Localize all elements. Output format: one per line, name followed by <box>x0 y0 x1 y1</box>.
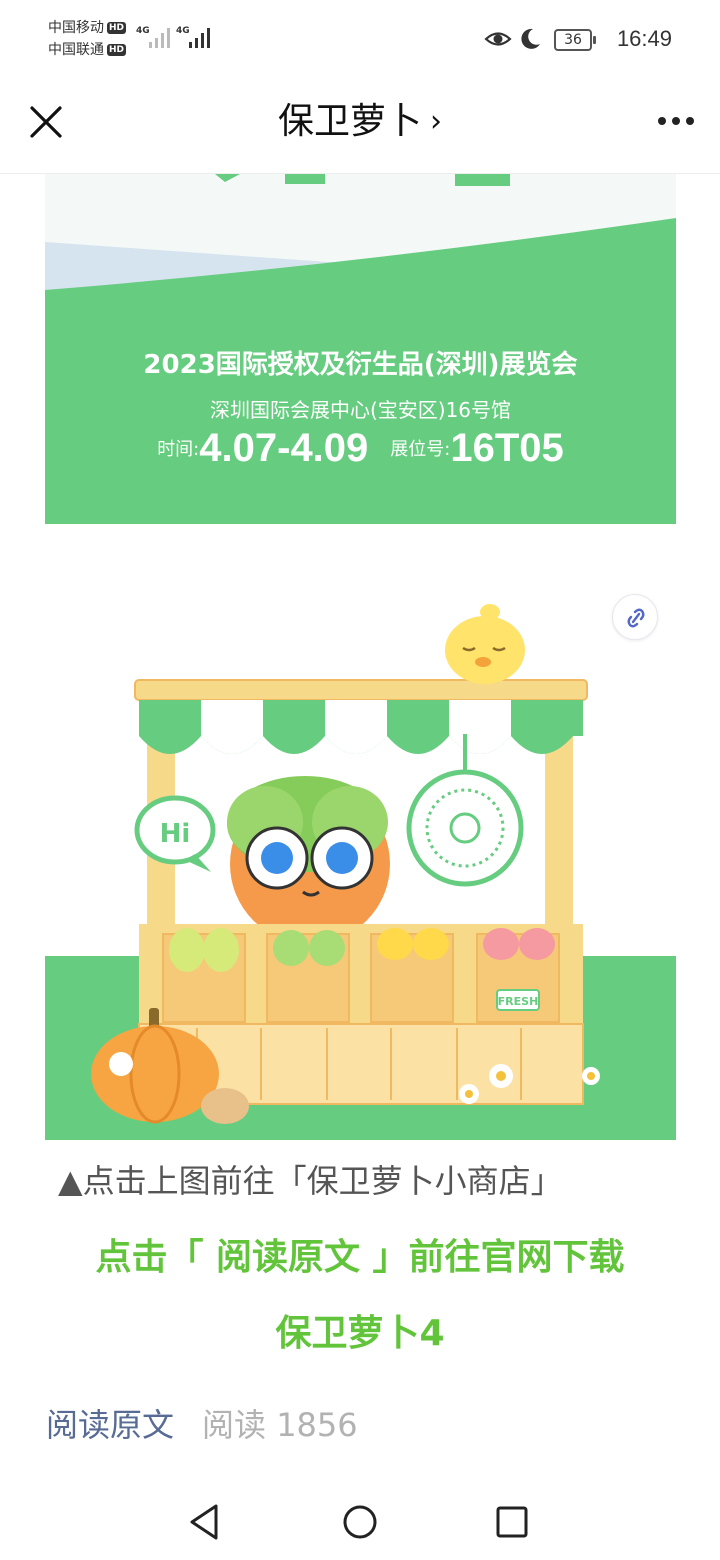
carrot-mascot-icon <box>227 776 390 944</box>
qr-code-icon[interactable] <box>406 734 524 887</box>
shop-illustration[interactable]: Hi FRESH <box>45 524 676 1140</box>
cta-line-1: 点击「 阅读原文 」前往官网下载 <box>95 1237 625 1278</box>
booth-label: 展位号: <box>390 439 451 460</box>
moon-icon <box>521 28 540 49</box>
chick-icon <box>445 604 525 684</box>
exhibition-title: 2023国际授权及衍生品(深圳)展览会 <box>143 350 578 380</box>
status-bar: 中国移动 HD 中国联通 HD 4G 4G 36 16:49 <box>0 0 720 80</box>
time-label: 时间: <box>157 439 200 460</box>
system-navigation-bar <box>0 1480 720 1560</box>
banner-header-graphic <box>45 174 676 304</box>
fresh-tag: FRESH <box>498 995 539 1008</box>
account-title[interactable]: 保卫萝卜 › <box>0 98 720 146</box>
account-name[interactable]: 保卫萝卜 <box>278 101 422 142</box>
exhibition-banner: 2023国际授权及衍生品(深圳)展览会 深圳国际会展中心(宝安区)16号馆 时间… <box>45 174 676 524</box>
market-stall-image[interactable]: Hi FRESH <box>45 524 676 1140</box>
time-value: 4.07-4.09 <box>199 426 369 470</box>
exhibition-venue: 深圳国际会展中心(宝安区)16号馆 <box>209 398 512 422</box>
home-icon[interactable] <box>338 1500 382 1544</box>
carrier-2: 中国联通 HD <box>48 41 127 59</box>
more-icon[interactable] <box>654 108 698 132</box>
recent-apps-icon[interactable] <box>490 1500 534 1544</box>
nav-bar: 保卫萝卜 › <box>0 80 720 174</box>
article-footer: 阅读原文 阅读 1856 <box>46 1400 358 1446</box>
cta-line-2: 保卫萝卜4 <box>275 1313 445 1354</box>
read-original-link[interactable]: 阅读原文 <box>46 1406 174 1444</box>
read-count: 阅读 1856 <box>202 1406 358 1444</box>
greeting-text: Hi <box>160 819 191 849</box>
clock: 16:49 <box>616 26 672 51</box>
carrier-2-label: 中国联通 <box>48 42 104 58</box>
eye-icon <box>484 32 512 46</box>
exhibition-details: 时间:4.07-4.09 展位号:16T05 <box>45 426 676 471</box>
image-caption: ▲点击上图前往「保卫萝卜小商店」 <box>58 1162 563 1200</box>
booth-value: 16T05 <box>450 426 564 470</box>
hd-badge: HD <box>107 44 127 56</box>
carrier-1-label: 中国移动 <box>48 20 104 36</box>
back-icon[interactable] <box>184 1500 228 1544</box>
chevron-right-icon: › <box>430 104 442 139</box>
battery-icon: 36 <box>554 29 596 51</box>
link-icon[interactable] <box>612 594 658 640</box>
hd-badge: HD <box>107 22 127 34</box>
carrier-1: 中国移动 HD <box>48 19 127 37</box>
